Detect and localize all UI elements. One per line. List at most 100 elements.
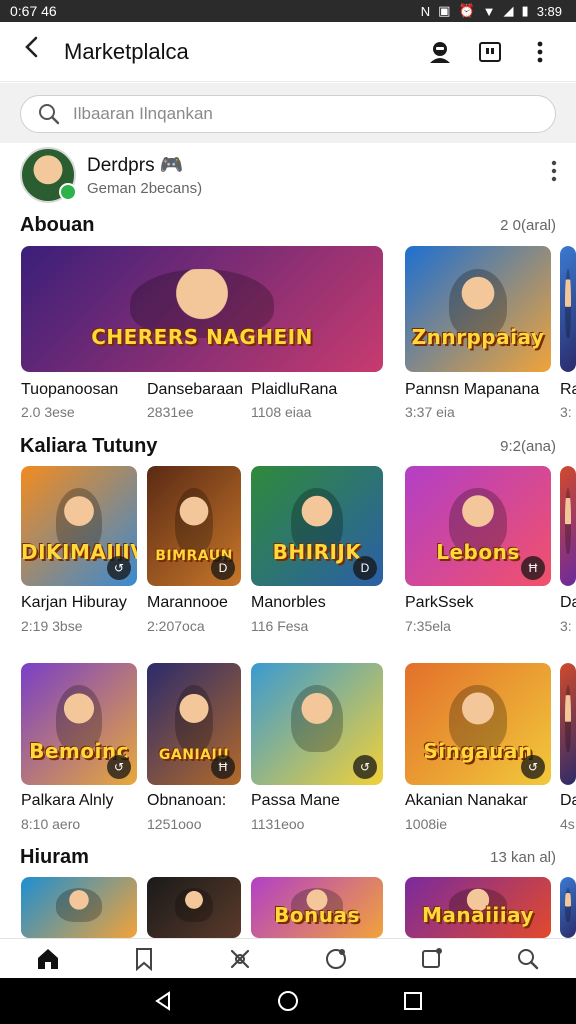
card-title: Passa Mane: [251, 792, 340, 809]
game-card[interactable]: Znnrppaiay: [405, 246, 551, 372]
card-thumbnail: DIKIMAIIIV ↺: [21, 466, 137, 586]
card-title: Tuopanoosan: [21, 381, 119, 398]
system-navigation-bar: [0, 978, 576, 1024]
card-art-title: Znnrppaiay: [411, 325, 545, 350]
game-card[interactable]: [147, 877, 241, 938]
card-subtitle: 2:207oca: [147, 618, 205, 634]
back-arrow-icon[interactable]: [0, 22, 64, 82]
game-card[interactable]: Bonuas: [251, 877, 383, 938]
battery-icon: ▮: [521, 3, 529, 18]
card-thumbnail: Bemoinc ↺: [21, 663, 137, 785]
profile-more-icon[interactable]: [550, 159, 558, 183]
section-header: Abouan 2 0(aral): [20, 214, 556, 237]
card-badge-icon[interactable]: ↺: [521, 755, 545, 779]
account-icon[interactable]: [426, 38, 454, 66]
system-back-icon[interactable]: [149, 987, 177, 1015]
game-card[interactable]: [560, 663, 576, 785]
card-title: Da: [560, 594, 576, 611]
notifications-icon[interactable]: [418, 945, 446, 973]
cart-icon[interactable]: [476, 38, 504, 66]
card-thumbnail: [147, 877, 241, 938]
character-illustration: [175, 487, 213, 554]
card-badge-icon[interactable]: ↺: [107, 556, 131, 580]
home-icon[interactable]: [34, 945, 62, 973]
character-illustration: [564, 487, 572, 554]
card-subtitle: 2.0 3ese: [21, 404, 75, 420]
card-thumbnail: [21, 877, 137, 938]
search-icon: [35, 100, 63, 128]
games-icon[interactable]: [226, 945, 254, 973]
card-badge-icon[interactable]: ↺: [107, 755, 131, 779]
card-badge-icon[interactable]: Ħ: [521, 556, 545, 580]
card-title: Da: [560, 792, 576, 809]
section-title: Abouan: [20, 214, 95, 236]
character-illustration: [290, 684, 344, 753]
game-card[interactable]: Lebons Ħ: [405, 466, 551, 586]
card-badge-icon[interactable]: Ħ: [211, 755, 235, 779]
bottom-navigation: [0, 938, 576, 978]
card-subtitle: 1008ie: [405, 816, 448, 832]
game-card[interactable]: CHERERS NAGHEIN: [21, 246, 383, 372]
game-card[interactable]: [21, 877, 137, 938]
card-art-title: Bonuas: [274, 903, 360, 928]
seller-profile[interactable]: Derdprs 🎮 Geman 2becans): [0, 143, 576, 211]
game-card[interactable]: [560, 466, 576, 586]
system-recents-icon[interactable]: [399, 987, 427, 1015]
character-illustration: [564, 268, 572, 338]
game-card[interactable]: BHIRIJK D: [251, 466, 383, 586]
card-subtitle: 116 Fesa: [251, 618, 309, 634]
card-subtitle: 1108 eiaa: [251, 404, 312, 420]
search-input[interactable]: Ilbaaran Ilnqankan: [20, 95, 556, 133]
card-subtitle: 3:37 eia: [405, 404, 455, 420]
card-thumbnail: GANIAIU Ħ: [147, 663, 241, 785]
character-illustration: [564, 887, 572, 922]
card-title: Manorbles: [251, 594, 326, 611]
more-options-icon[interactable]: [526, 38, 554, 66]
card-thumbnail: ↺: [251, 663, 383, 785]
game-card[interactable]: BIMRAUN D: [147, 466, 241, 586]
activity-icon[interactable]: [322, 945, 350, 973]
section-header: Kaliara Tutuny 9:2(ana): [20, 435, 556, 458]
game-card[interactable]: GANIAIU Ħ: [147, 663, 241, 785]
card-title: Palkara Alnly: [21, 792, 114, 809]
game-card[interactable]: [560, 246, 576, 372]
game-card[interactable]: DIKIMAIIIV ↺: [21, 466, 137, 586]
game-card[interactable]: ↺: [251, 663, 383, 785]
system-home-icon[interactable]: [274, 987, 302, 1015]
card-title: Karjan Hiburay: [21, 594, 127, 611]
game-card[interactable]: [560, 877, 576, 938]
card-art-title: Manaiiiay: [421, 903, 535, 928]
game-card[interactable]: Manaiiiay: [405, 877, 551, 938]
alarm-icon: ⏰: [458, 3, 475, 18]
section-see-all[interactable]: 13 kan al): [490, 849, 556, 866]
search-placeholder: Ilbaaran Ilnqankan: [73, 104, 213, 123]
card-title: Dansebaraan: [147, 381, 244, 398]
bookmark-icon[interactable]: [130, 945, 158, 973]
card-badge-icon[interactable]: D: [353, 556, 377, 580]
section-see-all[interactable]: 9:2(ana): [500, 438, 556, 455]
card-title: Akanian Nanakar: [405, 792, 528, 809]
game-card[interactable]: Bemoinc ↺: [21, 663, 137, 785]
card-badge-icon[interactable]: D: [211, 556, 235, 580]
page-title: Marketplalca: [64, 38, 189, 64]
status-icons: N ▣ ⏰ ▼ ◢ ▮ 3:89: [421, 3, 562, 19]
character-illustration: [175, 887, 213, 922]
section-title: Hiuram: [20, 846, 89, 868]
status-time: 0:67 46: [10, 3, 57, 19]
card-subtitle: 3:: [560, 404, 572, 420]
search-area: Ilbaaran Ilnqankan: [0, 83, 576, 143]
card-badge-icon[interactable]: ↺: [353, 755, 377, 779]
card-thumbnail: [560, 877, 576, 938]
signal-icon: ◢: [503, 3, 514, 18]
section-see-all[interactable]: 2 0(aral): [500, 217, 556, 234]
card-title: Marannooe: [147, 594, 228, 611]
card-thumbnail: [560, 466, 576, 586]
search-nav-icon[interactable]: [514, 945, 542, 973]
verified-badge-icon: [59, 183, 77, 201]
app-bar: Marketplalca: [0, 22, 576, 82]
card-subtitle: 2:19 3bse: [21, 618, 83, 634]
card-title: PlaidluRana: [251, 381, 338, 398]
game-card[interactable]: Singauan ↺: [405, 663, 551, 785]
card-thumbnail: Znnrppaiay: [405, 246, 551, 372]
battery-text: 3:89: [536, 3, 562, 19]
